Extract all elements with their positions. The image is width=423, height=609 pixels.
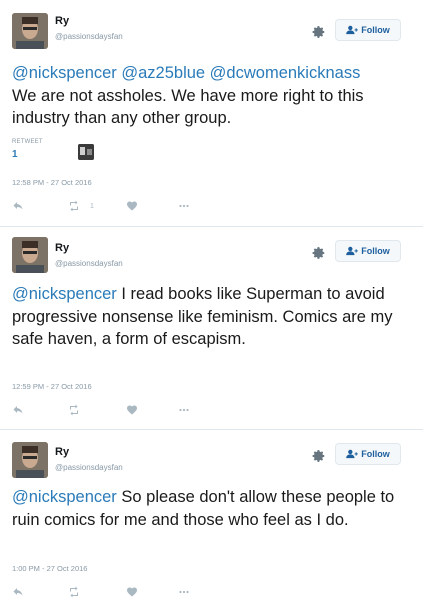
retweet-stat-label: RETWEET <box>12 139 43 145</box>
follow-button[interactable]: Follow <box>335 19 401 41</box>
user-name[interactable]: Ry <box>55 15 69 27</box>
mention-link[interactable]: @nickspencer <box>12 285 117 303</box>
tweet-actions <box>12 585 202 599</box>
reply-icon[interactable] <box>12 585 24 599</box>
heart-icon[interactable] <box>126 199 138 213</box>
more-dots-icon[interactable] <box>178 199 190 213</box>
retweet-icon[interactable] <box>68 585 80 599</box>
avatar[interactable] <box>12 13 48 49</box>
more-dots-icon[interactable] <box>178 403 190 417</box>
tweet-1: Ry @passionsdaysfan Follow @nickspencer … <box>0 0 423 227</box>
add-user-icon <box>346 246 359 256</box>
add-user-icon <box>346 449 359 459</box>
tweet-body: We are not assholes. We have more right … <box>12 86 364 128</box>
user-handle[interactable]: @passionsdaysfan <box>55 32 123 41</box>
tweet-timestamp[interactable]: 1:00 PM - 27 Oct 2016 <box>12 564 87 573</box>
heart-icon[interactable] <box>126 403 138 417</box>
user-name[interactable]: Ry <box>55 242 69 254</box>
avatar[interactable] <box>12 442 48 478</box>
tweet-timestamp[interactable]: 12:58 PM - 27 Oct 2016 <box>12 178 92 187</box>
follow-label: Follow <box>361 25 390 35</box>
follow-button[interactable]: Follow <box>335 443 401 465</box>
tweet-actions <box>12 403 202 417</box>
user-name[interactable]: Ry <box>55 446 69 458</box>
tweet-text: @nickspencer I read books like Superman … <box>12 283 412 351</box>
more-dots-icon[interactable] <box>178 585 190 599</box>
add-user-icon <box>346 25 359 35</box>
heart-icon[interactable] <box>126 585 138 599</box>
mention-link[interactable]: @nickspencer @az25blue @dcwomenkicknass <box>12 64 360 82</box>
tweet-text: @nickspencer @az25blue @dcwomenkicknass … <box>12 62 412 130</box>
retweeter-avatar[interactable] <box>78 144 94 160</box>
follow-label: Follow <box>361 449 390 459</box>
retweet-icon[interactable] <box>68 199 80 213</box>
gear-icon[interactable] <box>312 25 326 39</box>
tweet-text: @nickspencer So please don't allow these… <box>12 486 412 531</box>
gear-icon[interactable] <box>312 449 326 463</box>
retweet-stat-count[interactable]: 1 <box>12 149 18 160</box>
reply-icon[interactable] <box>12 403 24 417</box>
gear-icon[interactable] <box>312 246 326 260</box>
reply-icon[interactable] <box>12 199 24 213</box>
tweet-timestamp[interactable]: 12:59 PM - 27 Oct 2016 <box>12 382 92 391</box>
retweet-count: 1 <box>90 202 94 210</box>
avatar[interactable] <box>12 237 48 273</box>
follow-button[interactable]: Follow <box>335 240 401 262</box>
tweet-3: Ry @passionsdaysfan Follow @nickspencer … <box>0 430 423 609</box>
tweet-2: Ry @passionsdaysfan Follow @nickspencer … <box>0 227 423 430</box>
follow-label: Follow <box>361 246 390 256</box>
retweet-icon[interactable] <box>68 403 80 417</box>
tweet-actions: 1 <box>12 199 202 213</box>
user-handle[interactable]: @passionsdaysfan <box>55 259 123 268</box>
user-handle[interactable]: @passionsdaysfan <box>55 463 123 472</box>
mention-link[interactable]: @nickspencer <box>12 488 117 506</box>
